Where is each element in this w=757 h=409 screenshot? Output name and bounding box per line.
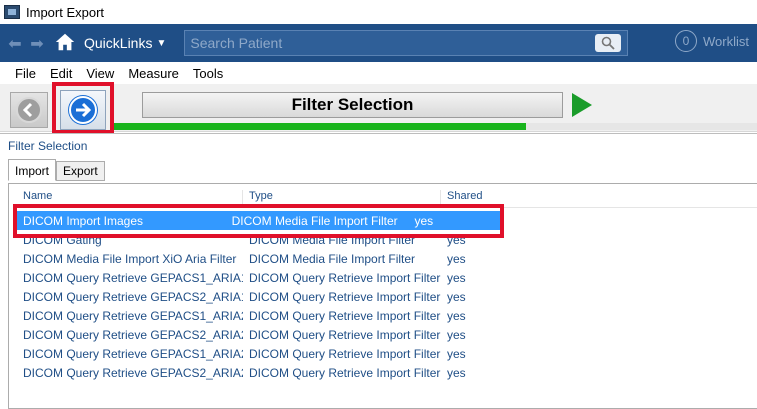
cell-name: DICOM Media File Import XiO Aria Filter	[23, 251, 237, 266]
top-nav-bar: ⬅ ➡ QuickLinks ▼	[0, 24, 757, 62]
title-bar: Import Export	[0, 0, 757, 24]
cell-name: DICOM Query Retrieve GEPACS1_ARIA11	[23, 270, 243, 285]
cell-shared: yes	[447, 365, 466, 380]
cell-name: DICOM Query Retrieve GEPACS1_ARIA27	[23, 346, 243, 361]
app-icon	[4, 5, 20, 19]
table-row[interactable]: DICOM Query Retrieve GEPACS1_ARIA11 DICOM…	[17, 268, 757, 287]
panel-header: Filter Selection	[8, 139, 88, 153]
progress-track	[526, 123, 757, 130]
table-row[interactable]: DICOM Query Retrieve GEPACS1_ARIA27 DICOM…	[17, 344, 757, 363]
cell-type: DICOM Query Retrieve Import Filter	[249, 327, 441, 342]
tab-import[interactable]: Import	[8, 159, 57, 181]
cell-type: DICOM Query Retrieve Import Filter	[249, 289, 441, 304]
tab-export[interactable]: Export	[56, 161, 105, 181]
menu-view[interactable]: View	[79, 66, 121, 81]
home-icon[interactable]	[54, 31, 78, 55]
cell-shared: yes	[447, 251, 466, 266]
back-button[interactable]	[10, 92, 48, 128]
table-row[interactable]: DICOM Media File Import XiO Aria Filter D…	[17, 249, 757, 268]
table-row[interactable]: DICOM Query Retrieve GEPACS2_ARIA24 DICOM…	[17, 325, 757, 344]
window-title: Import Export	[26, 4, 105, 20]
cell-type: DICOM Query Retrieve Import Filter	[249, 365, 441, 380]
cell-type: DICOM Query Retrieve Import Filter	[249, 270, 441, 285]
menu-bar: File Edit View Measure Tools	[0, 62, 757, 84]
nav-back-icon[interactable]: ⬅	[4, 34, 26, 53]
cell-name: DICOM Query Retrieve GEPACS2_ARIA27	[23, 365, 243, 380]
cell-name: DICOM Query Retrieve GEPACS2_ARIA11	[23, 289, 243, 304]
filter-selection-panel: Filter Selection Import Export Name Type…	[0, 133, 757, 409]
table-row[interactable]: DICOM Query Retrieve GEPACS2_ARIA27 DICOM…	[17, 363, 757, 382]
worklist-label: Worklist	[703, 33, 749, 49]
cell-type: DICOM Query Retrieve Import Filter	[249, 308, 441, 323]
quicklinks-label: QuickLinks	[84, 35, 153, 51]
cell-shared: yes	[447, 289, 466, 304]
tab-strip: Import Export	[8, 159, 105, 181]
cell-shared: yes	[447, 346, 466, 361]
caret-down-icon: ▼	[156, 37, 167, 49]
cell-type: DICOM Query Retrieve Import Filter	[249, 346, 441, 361]
highlight-next-button	[52, 82, 114, 134]
menu-tools[interactable]: Tools	[186, 66, 230, 81]
highlight-selected-row	[13, 204, 504, 238]
cell-type: DICOM Media File Import Filter	[249, 251, 416, 266]
search-patient-box[interactable]	[184, 30, 629, 56]
table-row[interactable]: DICOM Query Retrieve GEPACS1_ARIA24 DICOM…	[17, 306, 757, 325]
cell-shared: yes	[447, 327, 466, 342]
step-title: Filter Selection	[142, 92, 563, 118]
search-icon	[602, 36, 616, 50]
worklist-button[interactable]: 0 Worklist	[675, 30, 749, 52]
worklist-count-badge: 0	[675, 30, 698, 52]
cell-name: DICOM Query Retrieve GEPACS2_ARIA24	[23, 327, 243, 342]
cell-name: DICOM Query Retrieve GEPACS1_ARIA24	[23, 308, 243, 323]
table-row[interactable]: DICOM Query Retrieve GEPACS2_ARIA11 DICOM…	[17, 287, 757, 306]
nav-forward-icon[interactable]: ➡	[26, 34, 48, 53]
search-button[interactable]	[595, 34, 622, 52]
menu-measure[interactable]: Measure	[121, 66, 186, 81]
menu-edit[interactable]: Edit	[43, 66, 79, 81]
cell-shared: yes	[447, 308, 466, 323]
search-patient-input[interactable]	[185, 35, 586, 51]
cell-shared: yes	[447, 270, 466, 285]
back-arrow-icon	[16, 97, 42, 123]
quicklinks-dropdown[interactable]: QuickLinks ▼	[84, 35, 166, 51]
menu-file[interactable]: File	[8, 66, 43, 81]
play-icon[interactable]	[572, 93, 592, 117]
progress-fill	[114, 123, 526, 130]
